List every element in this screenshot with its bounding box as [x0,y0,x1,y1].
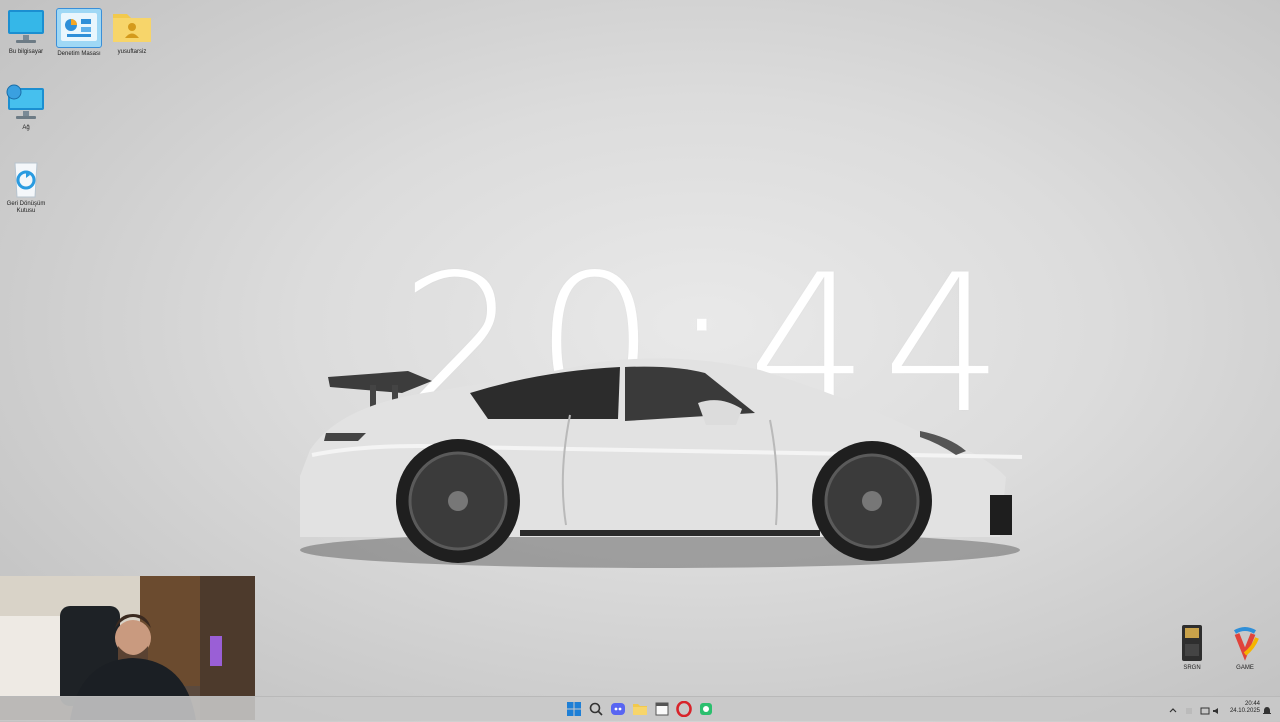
desktop-icon-recycle-bin[interactable]: Geri Dönüşüm Kutusu [0,160,52,215]
tray-clock[interactable]: 20:44 24.10.2025 [1222,701,1260,715]
start-icon[interactable] [566,701,582,717]
opera-icon[interactable] [676,700,692,718]
file-explorer-icon[interactable] [632,701,648,717]
desktop-icon-this-pc[interactable]: Bu bilgisayar [0,8,52,56]
network-icon [4,84,48,122]
taskbar: 20:44 24.10.2025 [0,696,1280,721]
search-icon[interactable] [588,701,604,717]
chevron-up-icon[interactable] [1168,703,1178,713]
desktop-icon-user-folder[interactable]: yusuftarsiz [106,8,158,56]
desktop-icon-label: Ağ [22,125,30,131]
tray-app-icon[interactable] [1184,703,1194,714]
volume-icon[interactable] [1212,703,1222,714]
android-studio-icon[interactable] [698,701,714,717]
user-folder-icon [110,8,154,46]
desktop-icon-label: GAME [1236,665,1254,671]
desktop-icon-label: Denetim Masası [57,51,101,57]
desktop-icon-network[interactable]: Ağ [0,84,52,132]
desktop-icon-label: SRGN [1183,665,1201,671]
sd-card-icon [1170,624,1214,662]
game-logo-icon [1223,624,1267,662]
notification-bell-icon[interactable] [1262,703,1272,714]
desktop-icon-label: yusuftarsiz [117,49,147,55]
desktop-icon-label: Geri Dönüşüm Kutusu [6,201,46,215]
discord-icon[interactable] [610,701,626,717]
desktop-icon-game[interactable]: GAME [1219,624,1271,672]
computer-icon [4,8,48,46]
desktop-icon-srgn[interactable]: SRGN [1166,624,1218,672]
network-status-icon[interactable] [1200,703,1210,715]
desktop-icon-control-panel[interactable]: Denetim Masası [53,8,105,58]
control-panel-icon [56,8,102,48]
recycle-bin-icon [4,160,48,198]
wallpaper-car-image [292,345,1030,570]
calendar-app-icon[interactable] [654,701,670,717]
desktop-icon-label: Bu bilgisayar [8,49,44,55]
tray-time: 20:44 [1244,701,1260,707]
tray-date: 24.10.2025 [1229,708,1260,714]
